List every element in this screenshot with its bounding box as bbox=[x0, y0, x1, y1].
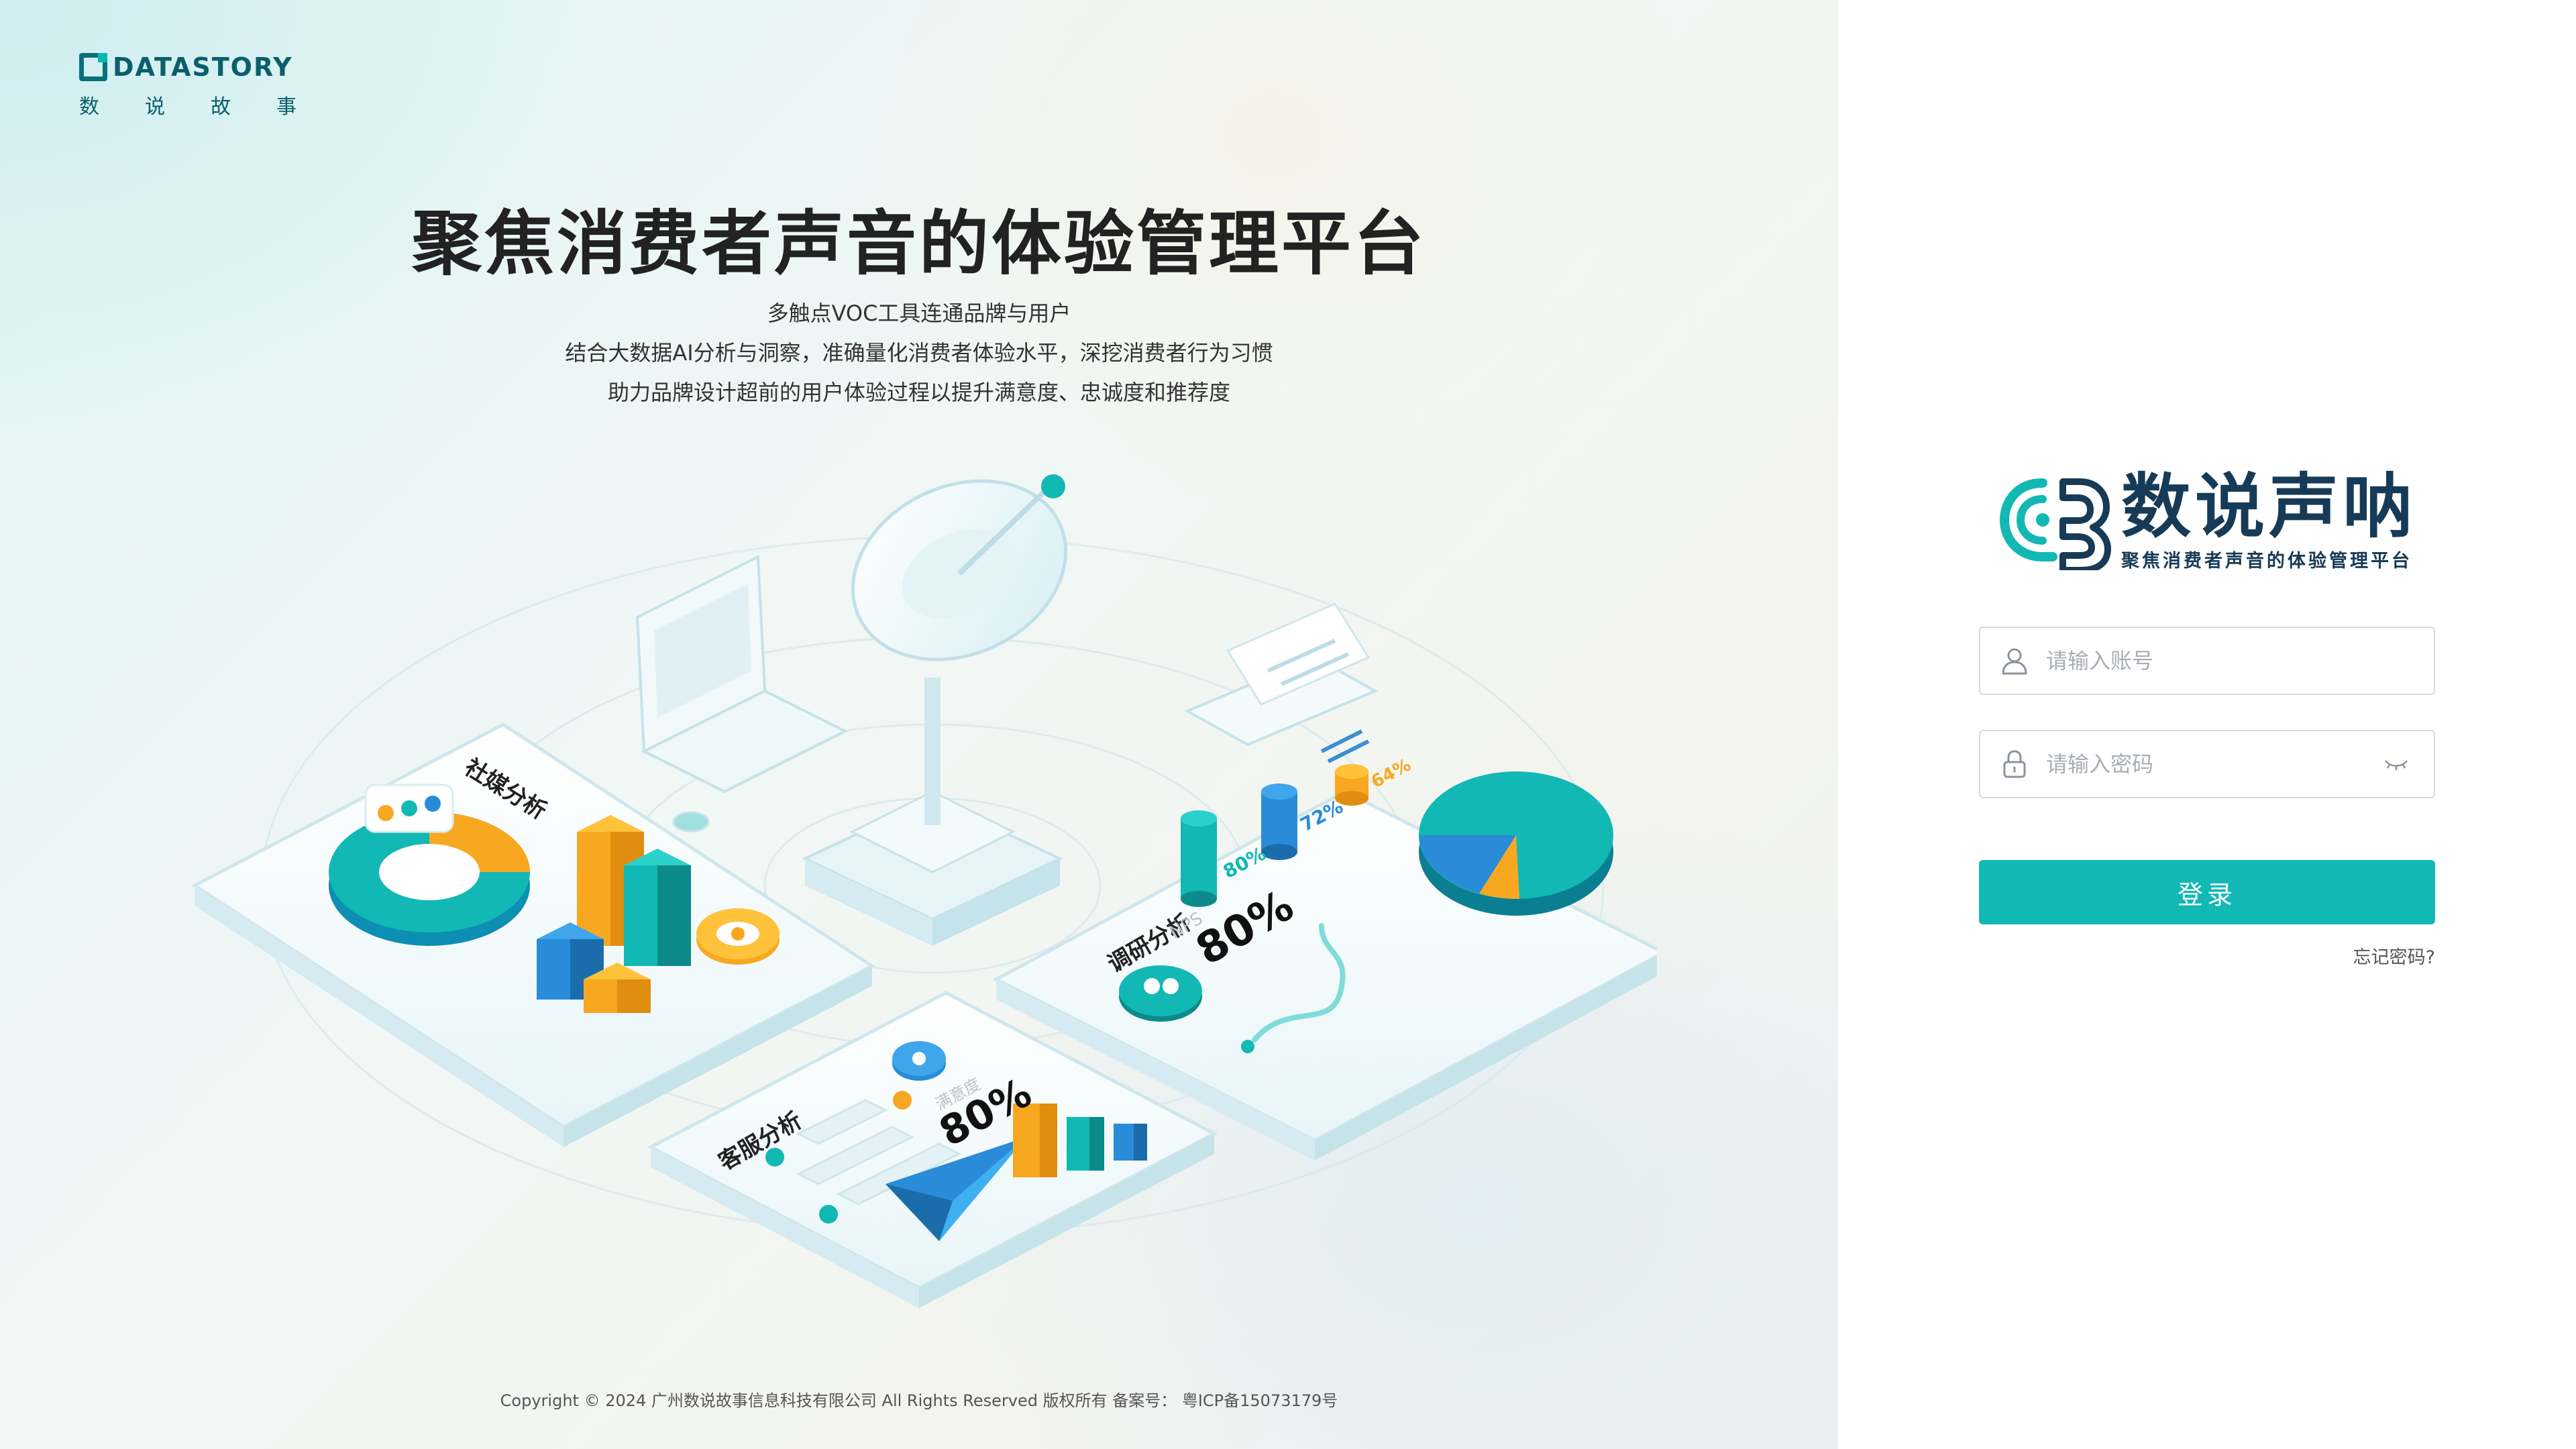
account-field[interactable] bbox=[1979, 627, 2435, 695]
hero-illustration: 社媒分析 80% 72% 64% 调研分析 NPS 80% 客服分析 满意度 8… bbox=[191, 474, 1657, 1308]
hero-line: 结合大数据AI分析与洞察，准确量化消费者体验水平，深挖消费者行为习惯 bbox=[565, 340, 1273, 366]
hero-description: 多触点VOC工具连通品牌与用户 结合大数据AI分析与洞察，准确量化消费者体验水平… bbox=[0, 294, 1838, 413]
product-logo: 数说声呐 聚焦消费者声音的体验管理平台 bbox=[1999, 470, 2428, 584]
password-input[interactable] bbox=[2046, 731, 2383, 797]
company-logo: DATASTORY 数 说 故 事 bbox=[79, 52, 301, 119]
laptop-graphic bbox=[635, 554, 849, 833]
password-field[interactable] bbox=[1979, 730, 2435, 798]
account-input[interactable] bbox=[2046, 628, 2434, 694]
login-panel: 数说声呐 聚焦消费者声音的体验管理平台 登录 忘记密码? bbox=[1838, 0, 2576, 1449]
hero-line: 助力品牌设计超前的用户体验过程以提升满意度、忠诚度和推荐度 bbox=[607, 380, 1230, 405]
product-slogan: 聚焦消费者声音的体验管理平台 bbox=[2121, 551, 2412, 572]
company-name: DATASTORY bbox=[113, 52, 293, 82]
datastory-logo-icon bbox=[79, 53, 107, 81]
eye-closed-icon[interactable] bbox=[2383, 754, 2410, 774]
company-subtitle: 数 说 故 事 bbox=[79, 95, 297, 119]
hero-line: 多触点VOC工具连通品牌与用户 bbox=[767, 301, 1071, 326]
survey-pct-c: 64% bbox=[1368, 755, 1414, 792]
satellite-dish-graphic bbox=[802, 474, 1068, 946]
copyright-footer: Copyright © 2024 广州数说故事信息科技有限公司 All Righ… bbox=[500, 1391, 1338, 1410]
lock-icon bbox=[2003, 750, 2026, 778]
forgot-password-link[interactable]: 忘记密码? bbox=[1979, 943, 2435, 969]
document-graphic bbox=[1184, 602, 1379, 763]
sonar-logo-icon bbox=[1999, 478, 2111, 570]
product-name: 数说声呐 bbox=[2121, 466, 2417, 547]
hero-panel: DATASTORY 数 说 故 事 聚焦消费者声音的体验管理平台 多触点VOC工… bbox=[0, 0, 1838, 1449]
login-button[interactable]: 登录 bbox=[1979, 860, 2435, 924]
user-icon bbox=[2002, 648, 2027, 675]
hero-title: 聚焦消费者声音的体验管理平台 bbox=[411, 203, 1426, 284]
